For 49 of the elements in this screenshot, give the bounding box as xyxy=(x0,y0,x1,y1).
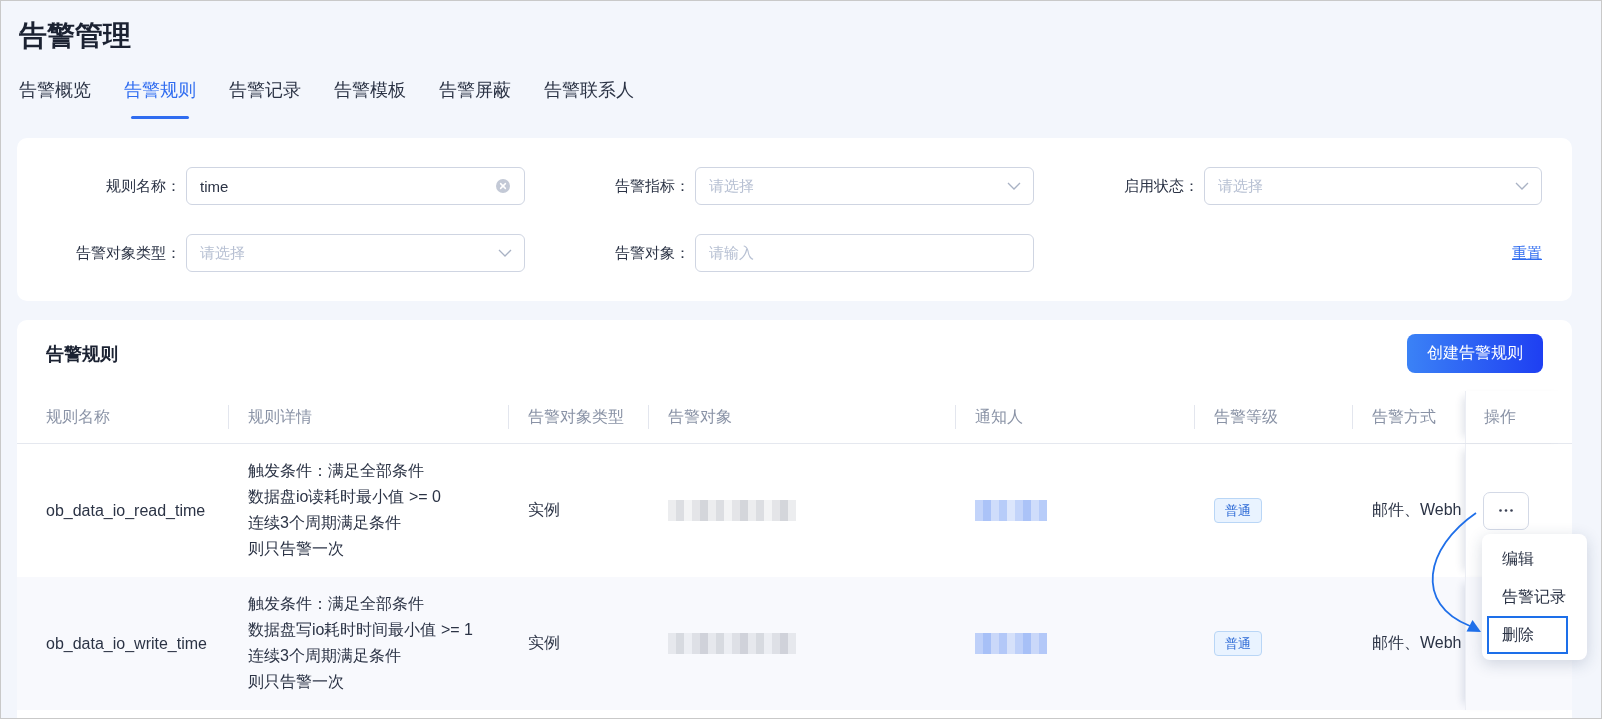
alert-methods: 邮件、Webh xyxy=(1372,633,1462,653)
page-title: 告警管理 xyxy=(19,19,131,53)
column-header: 告警等级 xyxy=(1194,391,1352,443)
more-icon xyxy=(1499,509,1513,512)
field-label: 告警对象类型： xyxy=(76,243,182,263)
menu-item[interactable]: 删除 xyxy=(1487,615,1568,654)
reset-link[interactable]: 重置 xyxy=(1512,243,1542,263)
rule-name: ob_data_io_read_time xyxy=(46,501,206,520)
alert-methods: 邮件、Webh xyxy=(1372,500,1462,520)
tab[interactable]: 告警记录 xyxy=(229,78,301,119)
clear-icon[interactable] xyxy=(496,179,510,193)
more-button[interactable] xyxy=(1483,491,1529,530)
rule-detail-line: 触发条件：满足全部条件 xyxy=(248,461,424,481)
tab[interactable]: 告警规则 xyxy=(124,78,196,119)
menu-item[interactable]: 编辑 xyxy=(1487,539,1568,578)
object-type: 实例 xyxy=(528,500,560,520)
chevron-down-icon xyxy=(498,249,512,257)
rule-detail-line: 则只告警一次 xyxy=(248,539,344,559)
field-label: 启用状态： xyxy=(1124,176,1200,196)
menu-item[interactable]: 告警记录 xyxy=(1487,577,1581,616)
rule-detail-line: 数据盘写io耗时时间最小值 >= 1 xyxy=(248,620,473,640)
tab[interactable]: 告警概览 xyxy=(19,78,91,119)
rule-detail-line: 连续3个周期满足条件 xyxy=(248,646,401,666)
chevron-down-icon xyxy=(1515,182,1529,190)
column-header: 规则详情 xyxy=(228,391,508,443)
level-tag: 普通 xyxy=(1214,498,1262,523)
object-type: 实例 xyxy=(528,633,560,653)
level-tag: 普通 xyxy=(1214,631,1262,656)
tab[interactable]: 告警联系人 xyxy=(544,78,634,119)
tab[interactable]: 告警屏蔽 xyxy=(439,78,511,119)
rule-detail-line: 连续3个周期满足条件 xyxy=(248,513,401,533)
tab[interactable]: 告警模板 xyxy=(334,78,406,119)
column-header: 通知人 xyxy=(955,391,1194,443)
column-header: 告警对象 xyxy=(648,391,955,443)
rule-detail-line: 触发条件：满足全部条件 xyxy=(248,594,424,614)
column-header: 告警对象类型 xyxy=(508,391,648,443)
field-label: 规则名称： xyxy=(106,176,182,196)
text-field[interactable]: time xyxy=(186,167,525,205)
field-label: 告警指标： xyxy=(615,176,691,196)
rule-detail-line: 则只告警一次 xyxy=(248,672,344,692)
chevron-down-icon xyxy=(1007,182,1021,190)
rule-name: ob_data_io_write_time xyxy=(46,634,207,653)
create-rule-button[interactable]: 创建告警规则 xyxy=(1407,334,1543,373)
rule-detail-line: 数据盘io读耗时最小值 >= 0 xyxy=(248,487,441,507)
field-label: 告警对象： xyxy=(615,243,691,263)
panel-title: 告警规则 xyxy=(46,342,118,366)
column-header: 告警方式 xyxy=(1352,391,1465,443)
column-header: 操作 xyxy=(1465,391,1572,443)
column-header: 规则名称 xyxy=(45,406,111,427)
